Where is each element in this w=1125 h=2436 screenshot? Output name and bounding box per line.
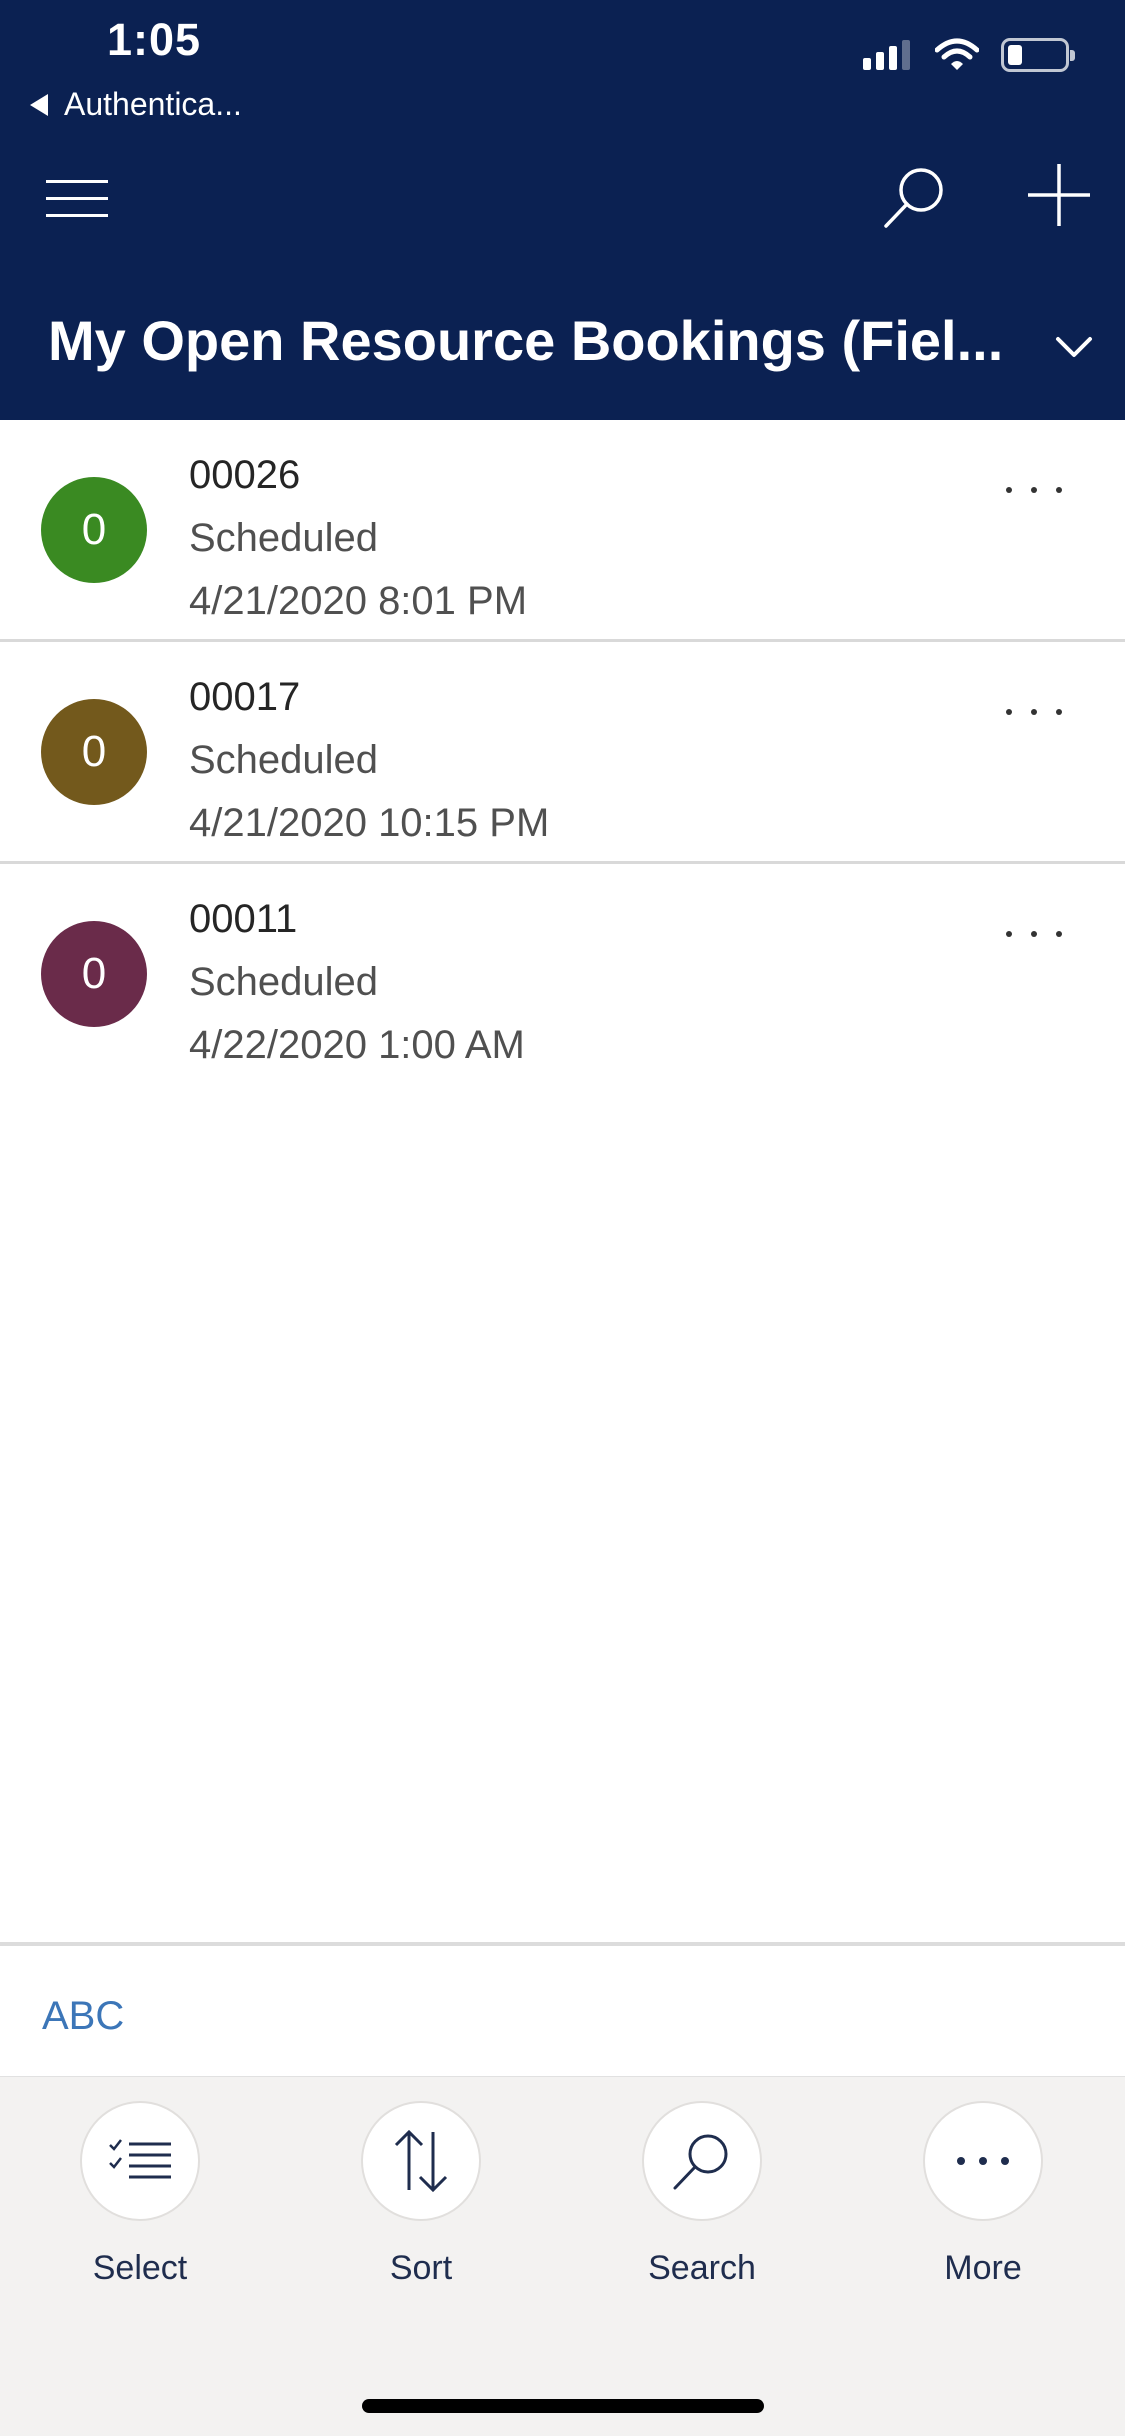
record-status: Scheduled [189, 738, 379, 782]
search-button[interactable]: Search [602, 2101, 802, 2288]
more-button[interactable]: More [883, 2101, 1083, 2288]
app-header: 1:05 Authentica... My Open Resource Book… [0, 0, 1125, 420]
record-number: 00017 [189, 675, 301, 719]
back-link-label: Authentica... [64, 86, 242, 122]
record-datetime: 4/22/2020 1:00 AM [189, 1023, 525, 1067]
list-item[interactable]: 0 00026 Scheduled 4/21/2020 8:01 PM [0, 420, 1125, 642]
select-label: Select [92, 2249, 188, 2287]
status-time: 1:05 [107, 14, 202, 65]
sort-label: Sort [389, 2249, 453, 2287]
record-number: 00026 [189, 453, 301, 497]
wifi-icon [935, 38, 979, 70]
sort-arrows-icon [394, 2129, 448, 2193]
row-more-icon[interactable] [1006, 482, 1062, 498]
select-button[interactable]: Select [40, 2101, 240, 2288]
search-label: Search [648, 2249, 756, 2287]
list-item[interactable]: 0 00017 Scheduled 4/21/2020 10:15 PM [0, 642, 1125, 864]
back-arrow-icon [30, 93, 48, 116]
signal-icon [863, 40, 915, 70]
alpha-filter-bar: ABC [0, 1942, 1125, 2076]
records-list: 0 00026 Scheduled 4/21/2020 8:01 PM 0 00… [0, 420, 1125, 1086]
record-status: Scheduled [189, 516, 379, 560]
search-icon [673, 2134, 728, 2190]
view-title[interactable]: My Open Resource Bookings (Fiel... [48, 308, 1003, 373]
select-list-icon [109, 2139, 171, 2179]
home-indicator[interactable] [362, 2399, 764, 2413]
sort-button[interactable]: Sort [321, 2101, 521, 2288]
battery-icon [1001, 38, 1075, 72]
plus-icon[interactable] [1026, 162, 1092, 228]
more-dots-icon [957, 2157, 1009, 2165]
more-label: More [944, 2249, 1022, 2287]
avatar: 0 [41, 477, 147, 583]
record-datetime: 4/21/2020 10:15 PM [189, 801, 550, 845]
avatar: 0 [41, 921, 147, 1027]
list-item[interactable]: 0 00011 Scheduled 4/22/2020 1:00 AM [0, 864, 1125, 1086]
avatar: 0 [41, 699, 147, 805]
status-icons [863, 38, 1075, 72]
row-more-icon[interactable] [1006, 704, 1062, 720]
row-more-icon[interactable] [1006, 926, 1062, 942]
back-to-app-link[interactable]: Authentica... [30, 86, 242, 123]
record-status: Scheduled [189, 960, 379, 1004]
search-icon[interactable] [880, 162, 950, 232]
record-datetime: 4/21/2020 8:01 PM [189, 579, 528, 623]
chevron-down-icon[interactable] [1052, 330, 1096, 364]
hamburger-icon[interactable] [46, 180, 108, 220]
record-number: 00011 [189, 897, 298, 941]
command-bar: Select Sort Search More [0, 2076, 1125, 2436]
alpha-filter-button[interactable]: ABC [42, 1994, 124, 2039]
